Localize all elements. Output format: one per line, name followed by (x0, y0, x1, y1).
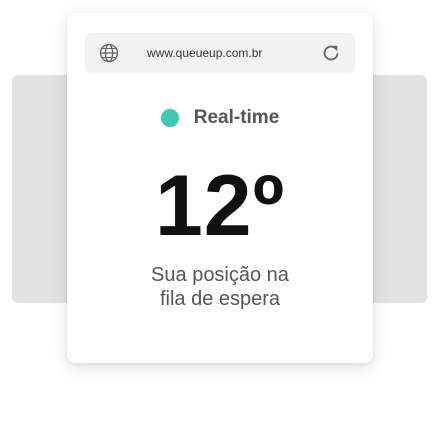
queue-caption: Sua posição na fila de espera (67, 263, 373, 311)
live-indicator-icon (160, 109, 179, 127)
globe-icon (99, 43, 119, 63)
url-text: www.queueup.com.br (147, 46, 263, 60)
address-bar[interactable]: www.queueup.com.br (85, 33, 355, 73)
screen: www.queueup.com.br Real-time 12º Sua pos… (0, 0, 443, 425)
reload-icon[interactable] (321, 43, 341, 63)
queue-position: 12º (154, 158, 286, 254)
realtime-status: Real-time (67, 105, 373, 131)
caption-line-2: fila de espera (159, 288, 281, 310)
caption-line-1: Sua posição na (151, 264, 289, 286)
status-label: Real-time (193, 107, 280, 128)
browser-window: www.queueup.com.br Real-time 12º Sua pos… (67, 13, 373, 363)
